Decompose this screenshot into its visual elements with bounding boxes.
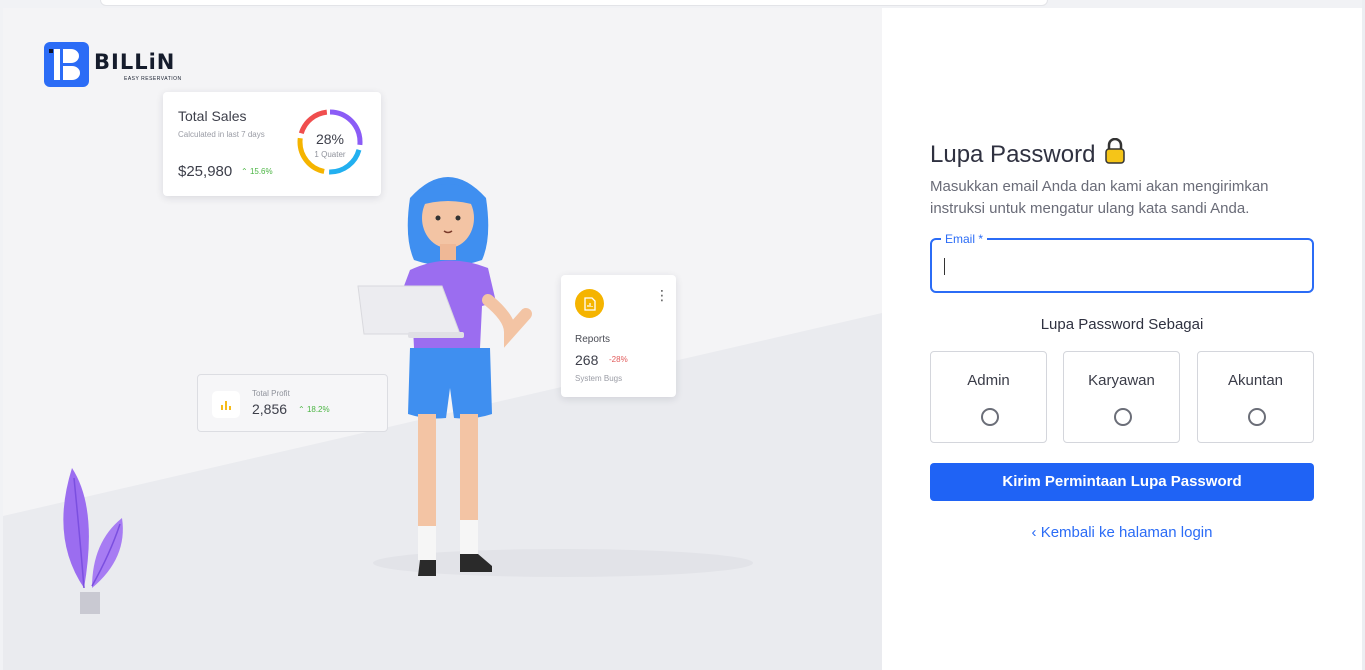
submit-button[interactable]: Kirim Permintaan Lupa Password	[930, 463, 1314, 501]
role-label: Akuntan	[1227, 372, 1284, 389]
sales-trend: ⌃ 15.6%	[241, 167, 273, 176]
brand-logo: BILLiN EASY RESERVATION	[44, 42, 182, 87]
logo-mark	[44, 42, 89, 87]
role-option-karyawan[interactable]: Karyawan	[1063, 351, 1180, 443]
reports-title: Reports	[575, 334, 611, 345]
reports-value: 268	[575, 352, 599, 368]
more-vertical-icon: ⋮	[655, 287, 669, 303]
chevron-left-icon: ‹	[1031, 524, 1037, 541]
email-label: Email *	[941, 232, 988, 246]
reports-subtitle: System Bugs	[575, 374, 623, 383]
page-title-text: Lupa Password	[930, 140, 1096, 168]
email-field[interactable]: Email *	[930, 232, 1314, 293]
sales-trend-value: 15.6%	[249, 167, 273, 176]
browser-top-bar	[100, 0, 1048, 6]
back-link-label: Kembali ke halaman login	[1040, 524, 1213, 541]
page-description: Masukkan email Anda dan kami akan mengir…	[930, 178, 1269, 217]
profit-value: 2,856	[252, 401, 288, 417]
lock-icon	[1103, 137, 1127, 171]
profit-trend-value: 18.2%	[306, 405, 330, 414]
back-to-login-link[interactable]: ‹ Kembali ke halaman login	[930, 524, 1314, 541]
form-panel: Lupa Password Masukkan email Anda dan ka…	[882, 8, 1362, 670]
reports-trend: -28%	[609, 355, 628, 364]
brand-name: BILLiN	[94, 50, 176, 74]
sales-value: $25,980	[178, 163, 233, 180]
forgot-password-page: BILLiN EASY RESERVATION Total Sales Calc…	[0, 0, 1365, 670]
plant-illustration	[63, 468, 123, 614]
role-label: Karyawan	[1088, 372, 1155, 389]
profit-trend: ⌃ 18.2%	[298, 405, 330, 414]
text-cursor	[944, 258, 945, 275]
role-option-akuntan[interactable]: Akuntan	[1197, 351, 1314, 443]
illustration-panel: BILLiN EASY RESERVATION Total Sales Calc…	[3, 8, 882, 670]
document-chart-icon	[575, 289, 604, 318]
page-title: Lupa Password	[930, 137, 1127, 171]
radio-button[interactable]	[1248, 408, 1266, 426]
bar-chart-icon	[212, 391, 240, 418]
role-heading: Lupa Password Sebagai	[1040, 316, 1204, 333]
profit-title: Total Profit	[252, 389, 290, 398]
radio-button[interactable]	[981, 408, 999, 426]
role-option-admin[interactable]: Admin	[930, 351, 1047, 443]
character-illustration	[357, 177, 532, 576]
sales-title: Total Sales	[178, 108, 247, 124]
donut-percent: 28%	[315, 131, 345, 147]
reports-card: ⋮ Reports 268 -28% System Bugs	[561, 275, 676, 397]
role-label: Admin	[967, 372, 1010, 389]
brand-tagline: EASY RESERVATION	[124, 76, 182, 82]
radio-button[interactable]	[1114, 408, 1132, 426]
sales-subtitle: Calculated in last 7 days	[178, 130, 265, 139]
